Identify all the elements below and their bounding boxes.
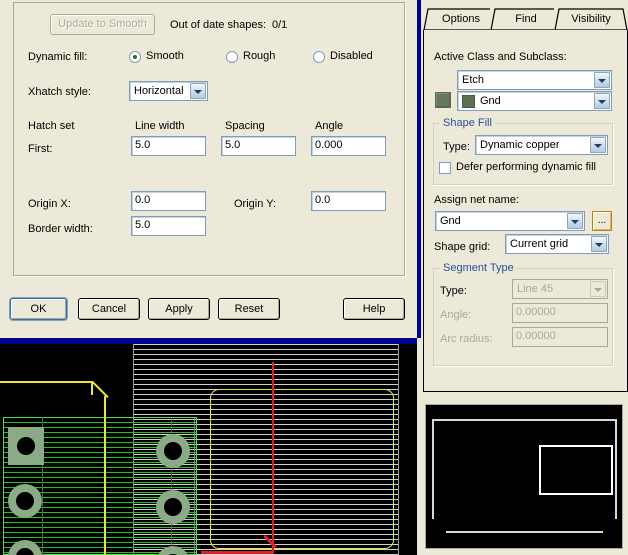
trace-yellow-vertical [104, 396, 106, 555]
subclass-value: Gnd [480, 95, 501, 107]
radio-knob-rough [226, 51, 238, 63]
active-class-value: Etch [462, 74, 484, 86]
column-header-angle: Angle [315, 120, 343, 132]
world-view-panel [421, 398, 628, 555]
origin-x-input[interactable]: 0.0 [131, 191, 206, 211]
chevron-down-icon[interactable] [591, 236, 607, 252]
world-view-notch-right [603, 519, 617, 535]
tab-label-options: Options [442, 13, 480, 25]
shape-fill-title: Shape Fill [440, 117, 495, 129]
shape-grid-value: Current grid [510, 238, 568, 250]
shape-fill-type-combo[interactable]: Dynamic copper [475, 135, 608, 155]
origin-y-input[interactable]: 0.0 [311, 191, 386, 211]
xhatch-style-combo[interactable]: Horizontal [129, 81, 208, 101]
segment-angle-input[interactable]: 0.00000 [512, 303, 608, 323]
chevron-down-icon[interactable] [567, 213, 583, 229]
world-view-viewport-rect[interactable] [539, 445, 613, 495]
keepout-rounded-rect [210, 389, 394, 549]
xhatch-style-label: Xhatch style: [28, 86, 91, 98]
tab-options[interactable]: Options [423, 8, 499, 31]
segment-type-value: Line 45 [517, 283, 553, 295]
tab-find[interactable]: Find [490, 8, 562, 31]
update-to-smooth-button[interactable]: Update to Smooth [50, 14, 155, 35]
silk-outline-diagonal [92, 381, 109, 398]
radio-label-rough: Rough [243, 50, 275, 62]
defer-dynamic-fill-label: Defer performing dynamic fill [456, 161, 596, 173]
hatch-set-row-label: First: [28, 143, 52, 155]
segment-type-combo[interactable]: Line 45 [512, 279, 608, 299]
line-width-input[interactable]: 5.0 [131, 136, 206, 156]
border-width-label: Border width: [28, 223, 93, 235]
xhatch-style-value: Horizontal [134, 85, 184, 97]
chevron-down-icon[interactable] [594, 93, 610, 109]
assign-net-name-label: Assign net name: [434, 194, 519, 206]
radio-knob-smooth [129, 51, 141, 63]
chevron-down-icon[interactable] [590, 137, 606, 153]
column-header-spacing: Spacing [225, 120, 265, 132]
chevron-down-icon[interactable] [590, 281, 606, 297]
dynamic-fill-label: Dynamic fill: [28, 51, 87, 63]
radio-label-disabled: Disabled [330, 50, 373, 62]
segment-type-title: Segment Type [440, 262, 517, 274]
out-of-date-shapes-label: Out of date shapes: [170, 19, 266, 31]
options-tab-panel: Active Class and Subclass: Etch Gnd Shap… [423, 30, 628, 392]
out-of-date-shapes-value: 0/1 [272, 19, 287, 31]
trace-red-vertical [272, 362, 274, 552]
shape-grid-combo[interactable]: Current grid [505, 234, 609, 254]
ok-button[interactable]: OK [10, 298, 67, 320]
segment-angle-label: Angle: [440, 309, 471, 321]
angle-input[interactable]: 0.000 [311, 136, 386, 156]
segment-arc-radius-input[interactable]: 0.00000 [512, 327, 608, 347]
column-header-line-width: Line width [135, 120, 185, 132]
cancel-button[interactable]: Cancel [78, 298, 140, 320]
pad-square-1 [8, 427, 44, 465]
tab-label-find: Find [515, 13, 536, 25]
subclass-combo[interactable]: Gnd [457, 91, 612, 111]
pcb-canvas-container[interactable]: U3 [0, 338, 417, 555]
radio-label-smooth: Smooth [146, 50, 184, 62]
shape-grid-label: Shape grid: [434, 241, 490, 253]
pad-round-4 [156, 434, 190, 468]
active-class-combo[interactable]: Etch [457, 70, 612, 90]
spacing-input[interactable]: 5.0 [221, 136, 296, 156]
segment-arc-radius-label: Arc radius: [440, 333, 493, 345]
application-window: Update to Smooth Out of date shapes: 0/1… [0, 0, 628, 555]
tab-label-visibility: Visibility [571, 13, 611, 25]
checkbox-box [439, 162, 451, 174]
chevron-down-icon[interactable] [190, 83, 206, 99]
pcb-canvas[interactable]: U3 [0, 344, 417, 555]
border-width-input[interactable]: 5.0 [131, 216, 206, 236]
segment-type-type-label: Type: [440, 285, 467, 297]
assign-net-browse-button[interactable]: ... [592, 211, 612, 231]
tab-strip: Options Find Visibility [423, 8, 628, 31]
apply-button[interactable]: Apply [148, 298, 210, 320]
hatch-set-label: Hatch set [28, 120, 74, 132]
pad-round-2 [8, 484, 42, 518]
shape-hatch-inactive-right-edge [398, 344, 399, 555]
trace-red-horizontal [201, 551, 274, 554]
shape-fill-type-label: Type: [443, 141, 470, 153]
shape-fill-type-value: Dynamic copper [480, 139, 559, 151]
assign-net-name-combo[interactable]: Gnd [435, 211, 585, 231]
pad-round-5 [156, 490, 190, 524]
world-view-canvas[interactable] [425, 404, 623, 549]
shape-instance-dialog: Update to Smooth Out of date shapes: 0/1… [0, 0, 417, 338]
world-view-notch-left [432, 519, 446, 535]
chevron-down-icon[interactable] [594, 72, 610, 88]
control-panel: Options Find Visibility Active Class and… [421, 0, 628, 396]
tab-visibility[interactable]: Visibility [554, 8, 628, 31]
origin-y-label: Origin Y: [234, 198, 276, 210]
silk-outline-top [0, 381, 93, 383]
origin-x-label: Origin X: [28, 198, 71, 210]
reset-button[interactable]: Reset [218, 298, 280, 320]
active-class-subclass-label: Active Class and Subclass: [434, 51, 567, 63]
radio-knob-disabled [313, 51, 325, 63]
assign-net-name-value: Gnd [440, 215, 461, 227]
subclass-combo-swatch-icon [462, 95, 475, 108]
help-button[interactable]: Help [343, 298, 405, 320]
subclass-color-swatch[interactable] [435, 92, 451, 108]
